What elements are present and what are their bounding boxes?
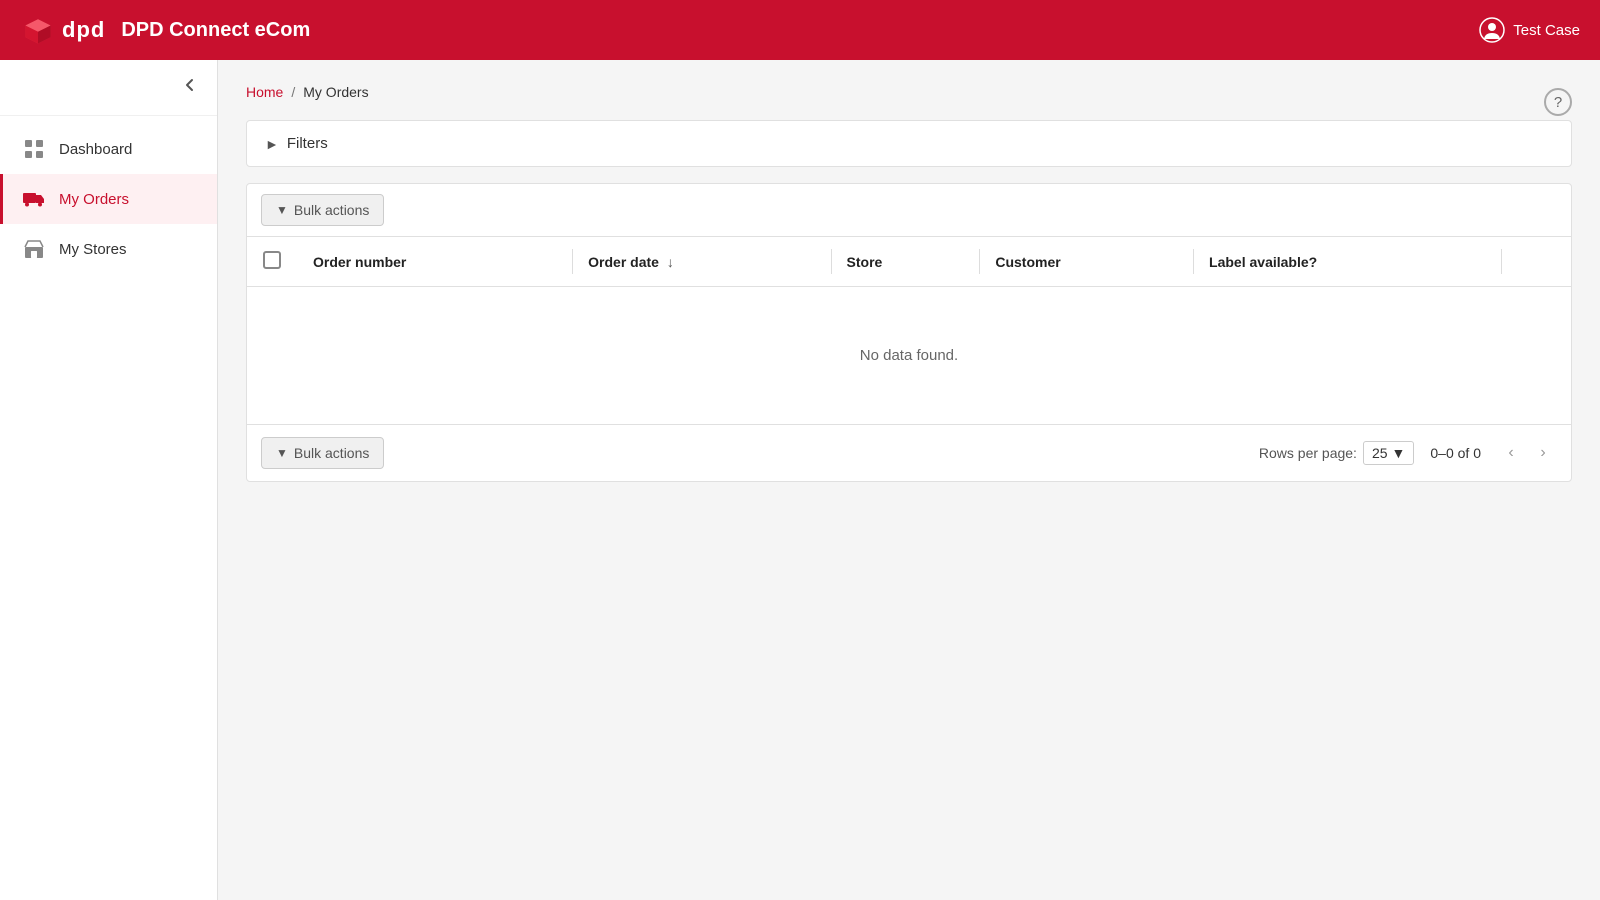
dpd-logo: dpd	[20, 12, 105, 48]
main-layout: Dashboard My Orders	[0, 60, 1600, 900]
help-button[interactable]: ?	[1544, 88, 1572, 116]
dashboard-label: Dashboard	[59, 141, 132, 158]
sidebar-collapse-area	[0, 60, 217, 116]
prev-page-button[interactable]: ‹	[1497, 439, 1525, 467]
table-body: No data found.	[247, 287, 1571, 425]
filters-chevron-icon: ►	[265, 136, 279, 152]
top-header: dpd DPD Connect eCom Test Case	[0, 0, 1600, 60]
breadcrumb-row: Home / My Orders ?	[246, 84, 1572, 120]
breadcrumb-home-link[interactable]: Home	[246, 84, 283, 100]
breadcrumb: Home / My Orders	[246, 84, 369, 100]
select-all-checkbox[interactable]	[263, 251, 281, 269]
filters-toggle[interactable]: ► Filters	[247, 121, 1571, 166]
order-date-sort-icon: ↓	[667, 254, 674, 270]
table-header-store[interactable]: Store	[831, 237, 980, 287]
dpd-brand-text: dpd	[62, 17, 105, 43]
app-title: DPD Connect eCom	[121, 19, 1479, 42]
my-stores-label: My Stores	[59, 241, 127, 258]
dashboard-icon	[23, 138, 45, 160]
breadcrumb-separator: /	[291, 84, 295, 100]
table-container: ▼ Bulk actions Order number Ord	[246, 183, 1572, 482]
bulk-actions-top-bar: ▼ Bulk actions	[247, 184, 1571, 237]
dpd-cube-icon	[20, 12, 56, 48]
bulk-actions-bottom-button[interactable]: ▼ Bulk actions	[261, 437, 384, 469]
table-header-customer[interactable]: Customer	[979, 237, 1193, 287]
table-header-actions	[1501, 237, 1571, 287]
next-page-button[interactable]: ›	[1529, 439, 1557, 467]
store-icon	[23, 238, 45, 260]
sidebar-item-my-stores[interactable]: My Stores	[0, 224, 217, 274]
content-area: Home / My Orders ? ► Filters ▼ Bulk acti…	[218, 60, 1600, 900]
table-header-order-number[interactable]: Order number	[297, 237, 572, 287]
bulk-actions-bottom-label: Bulk actions	[294, 445, 369, 461]
breadcrumb-current: My Orders	[303, 84, 368, 100]
truck-icon	[23, 188, 45, 210]
bulk-actions-bottom-chevron-icon: ▼	[276, 446, 288, 460]
table-header: Order number Order date ↓ Store Customer	[247, 237, 1571, 287]
rows-per-page-select[interactable]: 25 ▼	[1363, 441, 1414, 465]
user-avatar-icon	[1479, 17, 1505, 43]
sidebar: Dashboard My Orders	[0, 60, 218, 900]
sidebar-item-dashboard[interactable]: Dashboard	[0, 124, 217, 174]
bulk-actions-top-button[interactable]: ▼ Bulk actions	[261, 194, 384, 226]
table-bottom-bar: ▼ Bulk actions Rows per page: 25 ▼ 0–0 o…	[247, 424, 1571, 481]
rows-per-page-area: Rows per page: 25 ▼	[1259, 441, 1415, 465]
table-header-checkbox-cell	[247, 237, 297, 287]
pagination-area: Rows per page: 25 ▼ 0–0 of 0 ‹ ›	[1259, 439, 1557, 467]
chevron-left-icon	[181, 76, 199, 94]
pagination-nav-buttons: ‹ ›	[1497, 439, 1557, 467]
table-empty-row: No data found.	[247, 287, 1571, 425]
filters-label: Filters	[287, 135, 328, 152]
rows-per-page-value: 25	[1372, 445, 1388, 461]
rows-per-page-label: Rows per page:	[1259, 445, 1357, 461]
sidebar-collapse-button[interactable]	[177, 72, 203, 103]
filters-panel: ► Filters	[246, 120, 1572, 167]
sidebar-item-my-orders[interactable]: My Orders	[0, 174, 217, 224]
sidebar-nav: Dashboard My Orders	[0, 116, 217, 282]
my-orders-label: My Orders	[59, 191, 129, 208]
table-header-order-date[interactable]: Order date ↓	[572, 237, 830, 287]
user-name-label: Test Case	[1513, 22, 1580, 39]
empty-state-message: No data found.	[860, 347, 958, 364]
bulk-actions-top-label: Bulk actions	[294, 202, 369, 218]
bulk-actions-chevron-icon: ▼	[276, 203, 288, 217]
rows-per-page-chevron-icon: ▼	[1392, 445, 1406, 461]
page-range-label: 0–0 of 0	[1430, 445, 1481, 461]
empty-state: No data found.	[247, 287, 1571, 424]
user-area[interactable]: Test Case	[1479, 17, 1580, 43]
table-header-label-available[interactable]: Label available?	[1193, 237, 1501, 287]
orders-table: Order number Order date ↓ Store Customer	[247, 237, 1571, 424]
